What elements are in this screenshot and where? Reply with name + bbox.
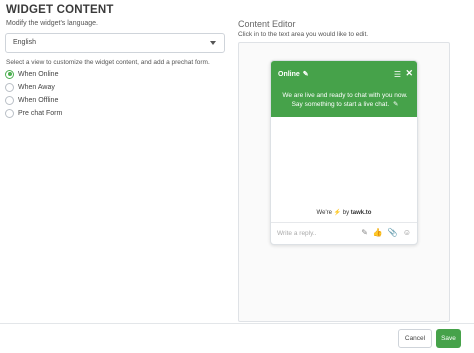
- radio-label: Pre chat Form: [18, 109, 63, 117]
- menu-icon[interactable]: ☰: [394, 70, 401, 79]
- branding-by: by: [342, 210, 350, 216]
- radio-button[interactable]: [5, 108, 14, 118]
- language-select-value: English: [13, 39, 36, 46]
- paperclip-icon[interactable]: 📎: [388, 228, 398, 237]
- pencil-icon[interactable]: ✎: [361, 228, 368, 237]
- widget-header: Online ✎ ☰ ✕ We are live and ready to ch…: [271, 61, 417, 117]
- widget-message-text: We are live and ready to chat with you n…: [282, 92, 408, 108]
- chat-widget-preview: Online ✎ ☰ ✕ We are live and ready to ch…: [270, 60, 418, 245]
- cancel-button[interactable]: Cancel: [398, 329, 432, 348]
- views-prompt: Select a view to customize the widget co…: [6, 59, 210, 66]
- radio-button[interactable]: [5, 95, 14, 105]
- editor-title: Content Editor: [238, 19, 296, 29]
- reply-toolbar: ✎ 👍 📎 ☺: [361, 228, 411, 237]
- close-icon[interactable]: ✕: [405, 68, 413, 79]
- save-button[interactable]: Save: [436, 329, 461, 348]
- branding-name: tawk.to: [350, 210, 372, 216]
- language-prompt: Modify the widget's language.: [6, 20, 99, 27]
- divider: [271, 222, 417, 223]
- page-title: WIDGET CONTENT: [6, 4, 114, 16]
- radio-pre-chat-form[interactable]: Pre chat Form: [5, 107, 62, 119]
- widget-status[interactable]: Online ✎: [278, 70, 309, 79]
- radio-label: When Offline: [18, 96, 59, 104]
- radio-button[interactable]: [5, 69, 14, 79]
- radio-label: When Online: [18, 70, 59, 78]
- branding-prefix: We're: [316, 210, 332, 216]
- chevron-down-icon: [210, 41, 216, 45]
- radio-label: When Away: [18, 83, 55, 91]
- lightning-icon: ⚡: [333, 210, 342, 216]
- editor-subtitle: Click in to the text area you would like…: [238, 31, 369, 38]
- reply-input[interactable]: Write a reply..: [277, 230, 317, 237]
- pencil-icon[interactable]: ✎: [303, 70, 309, 78]
- pencil-icon[interactable]: ✎: [393, 101, 398, 108]
- radio-when-away[interactable]: When Away: [5, 81, 55, 93]
- thumbs-up-icon[interactable]: 👍: [373, 228, 383, 237]
- widget-branding: We're ⚡ by tawk.to: [271, 209, 417, 216]
- radio-when-online[interactable]: When Online: [5, 68, 58, 80]
- radio-button[interactable]: [5, 82, 14, 92]
- widget-welcome-message[interactable]: We are live and ready to chat with you n…: [277, 91, 413, 109]
- language-select[interactable]: English: [5, 33, 225, 53]
- emoji-icon[interactable]: ☺: [403, 228, 411, 237]
- radio-when-offline[interactable]: When Offline: [5, 94, 58, 106]
- widget-status-label: Online: [278, 70, 300, 78]
